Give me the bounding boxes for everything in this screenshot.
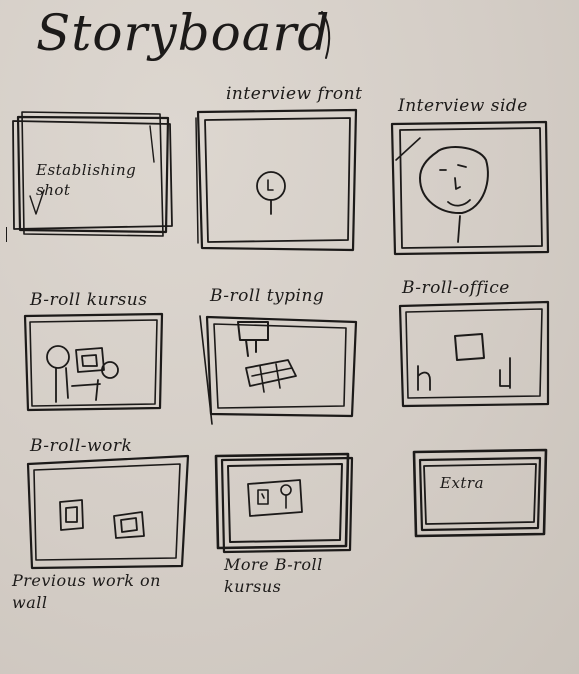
text-cursor [6,227,7,242]
frame-7-caption: Previous work on wall [12,571,161,612]
frame-4 [23,312,164,412]
frame-5-label: B-roll typing [210,286,325,306]
frame-3 [390,120,550,256]
storyboard-sheet: Storyboard interview front Interview sid… [0,0,579,674]
frame-8-caption: More B-roll kursus [224,555,323,596]
frame-9 [412,448,548,538]
face-icon [419,146,489,215]
frame-1-text: Establishing shot [36,161,137,199]
title-flourish [321,11,331,59]
frame-4-label: B-roll kursus [30,290,148,310]
frame-9-text: Extra [440,474,485,492]
frame-2-label: interview front [226,84,363,104]
frame-2 [195,108,358,252]
frame-7 [26,454,190,570]
frame-6-label: B-roll-office [402,278,510,298]
frame-3-label: Interview side [398,96,528,116]
head-icon [256,171,286,201]
frame-5 [199,315,358,425]
frame-8 [214,452,354,554]
frame-7-label: B-roll-work [30,436,133,456]
frame-6 [398,300,550,408]
